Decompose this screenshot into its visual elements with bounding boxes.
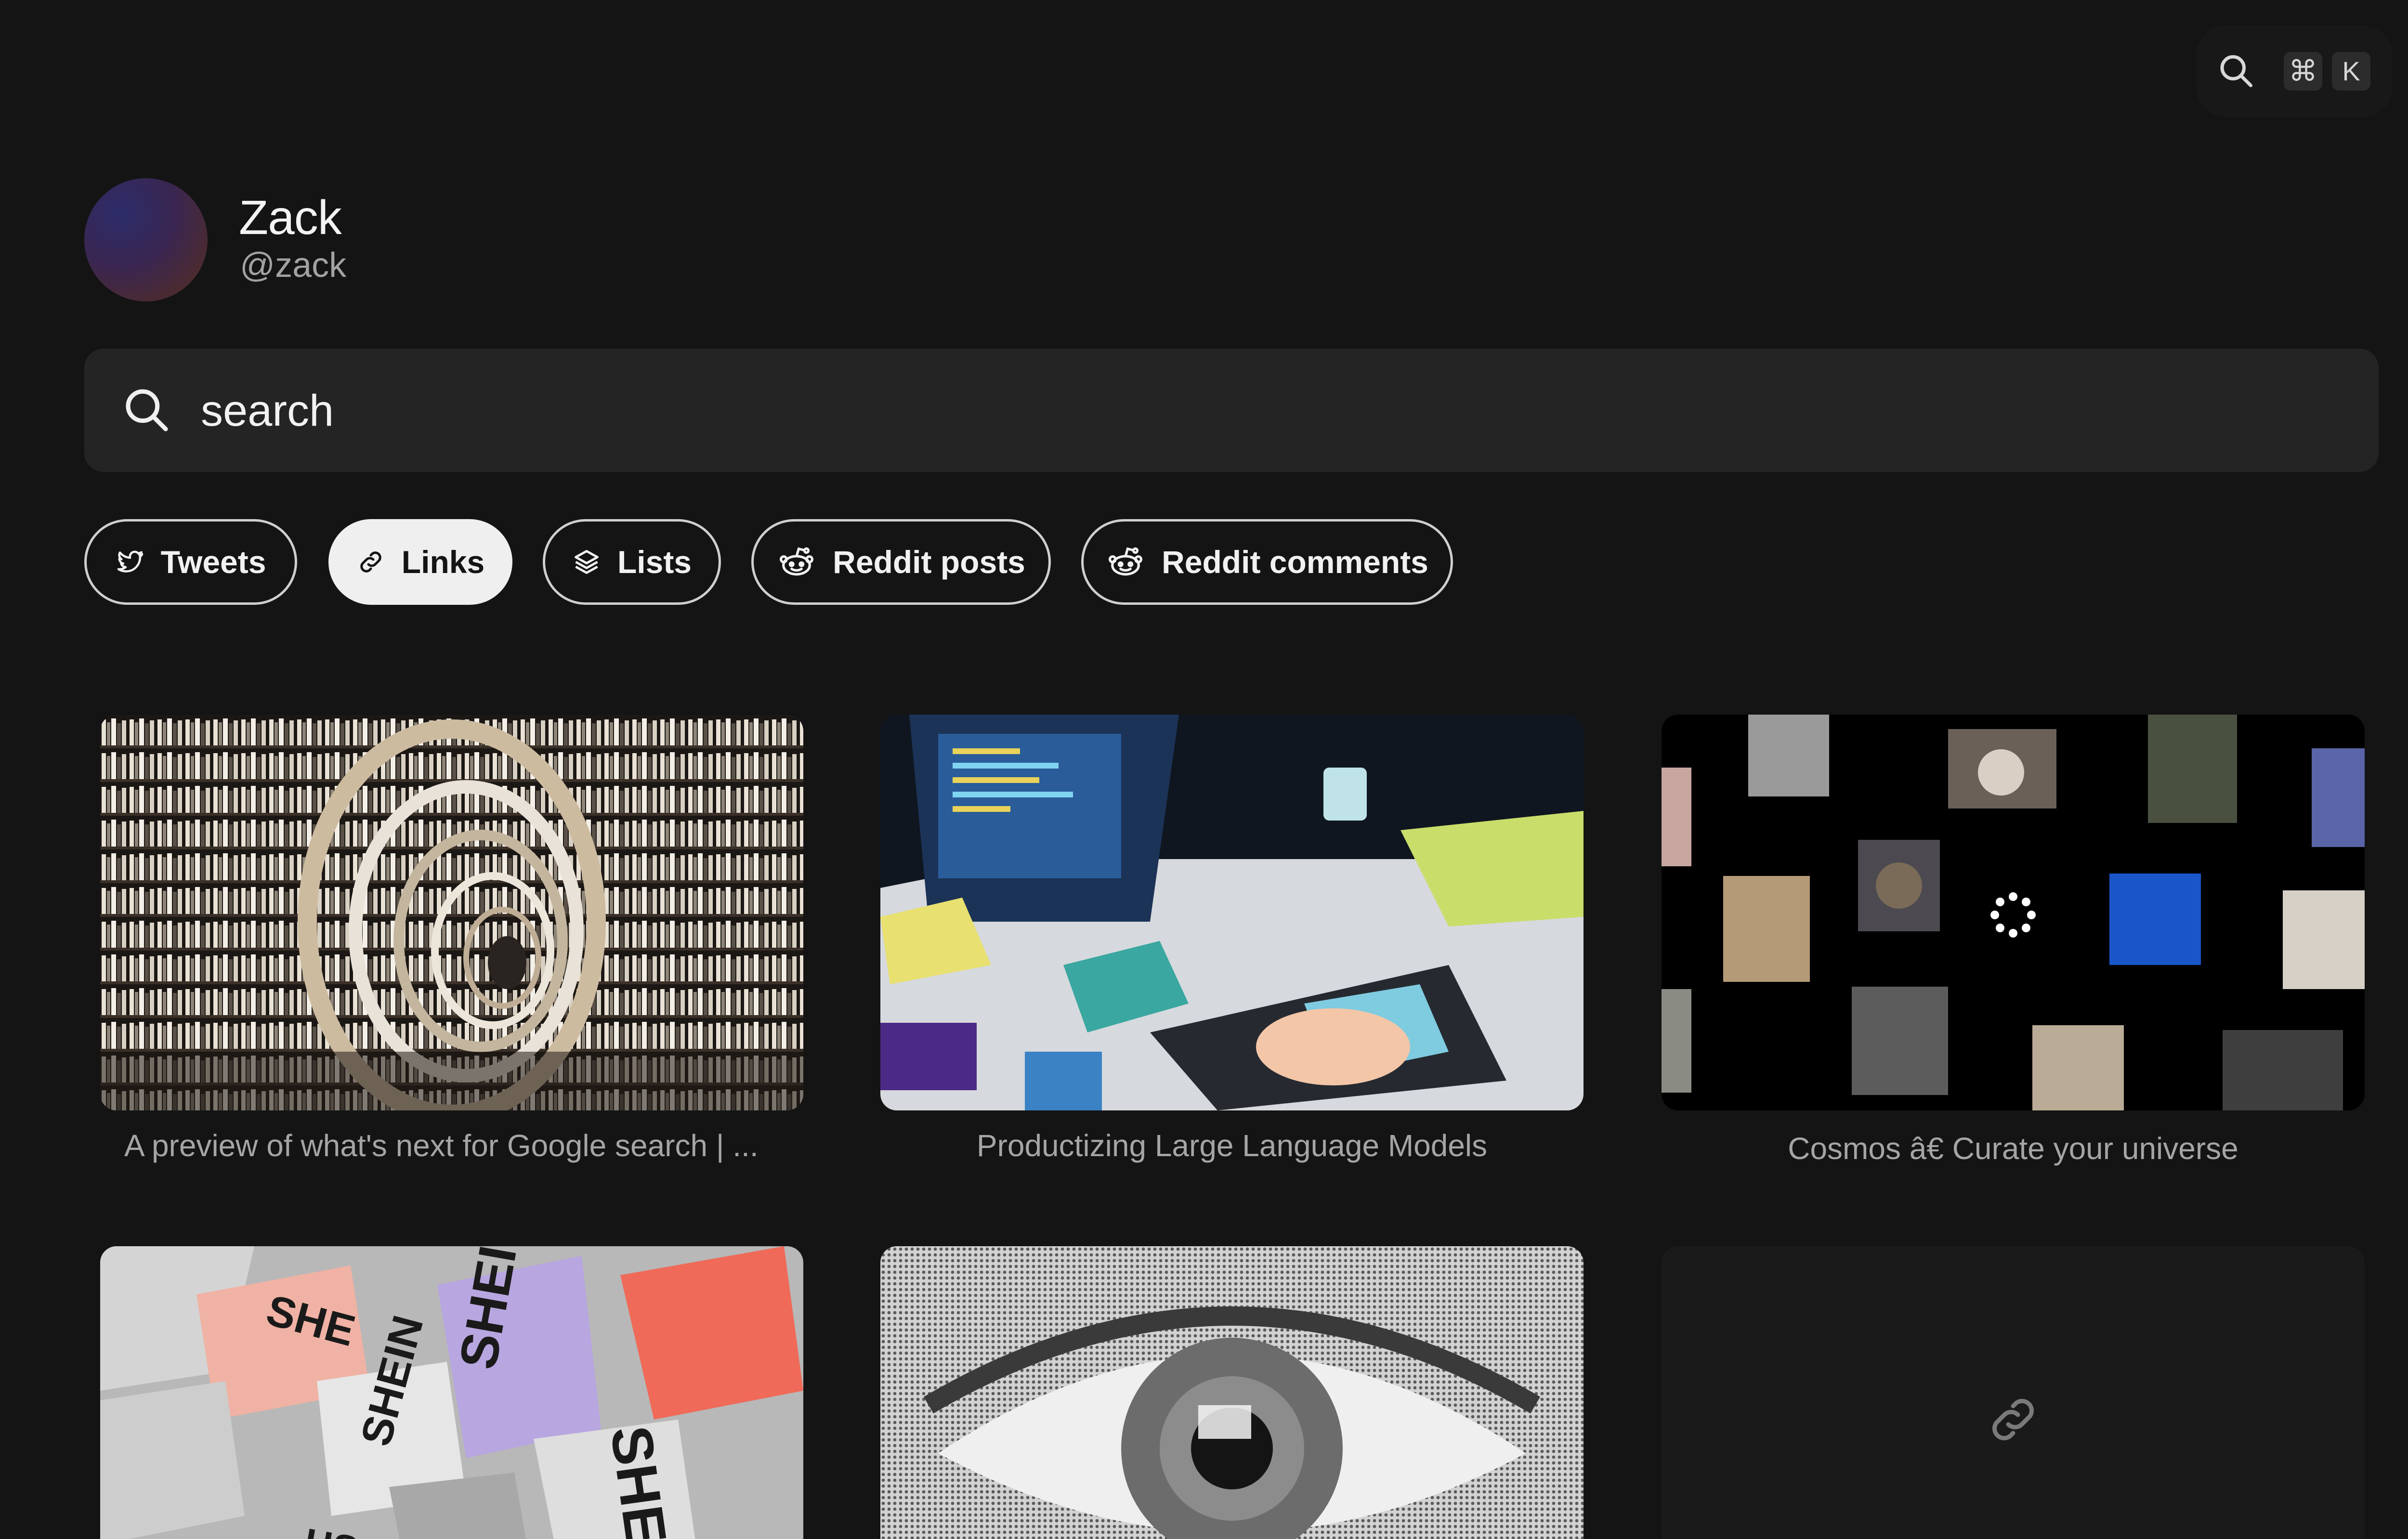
desk-keyboard-illustration	[880, 715, 1584, 1110]
link-card-title: A preview of what's next for Google sear…	[124, 1128, 759, 1163]
app-window: ⌘ K Zack @zack Tweets Links Lists	[0, 0, 2408, 1539]
command-key: ⌘	[2284, 52, 2322, 91]
command-palette-button[interactable]: ⌘ K	[2196, 25, 2393, 117]
filter-chip-reddit-comments[interactable]: Reddit comments	[1081, 519, 1453, 605]
layers-icon	[575, 550, 599, 574]
filter-chip-label: Lists	[617, 544, 692, 580]
search-icon	[126, 389, 168, 431]
filter-chip-label: Reddit posts	[833, 544, 1025, 580]
cosmos-collage-image	[1662, 715, 2365, 1110]
profile-handle: @zack	[240, 246, 347, 285]
shein-packages-image: SHEIN SHEIN SHE SHEIN HS	[100, 1246, 803, 1539]
halftone-eye-image	[880, 1246, 1584, 1539]
reddit-icon	[780, 547, 814, 576]
filter-chip-tweets[interactable]: Tweets	[84, 519, 297, 605]
library-tunnel-image	[100, 715, 803, 1110]
filter-chip-label: Links	[401, 544, 485, 580]
link-card-placeholder[interactable]	[1662, 1246, 2365, 1539]
twitter-bird-icon	[117, 550, 143, 573]
link-card-title: Cosmos â€ Curate your universe	[1788, 1131, 2238, 1166]
filter-chip-reddit-posts[interactable]: Reddit posts	[751, 519, 1051, 605]
profile-display-name: Zack	[239, 191, 342, 245]
filter-chip-lists[interactable]: Lists	[543, 519, 721, 605]
filter-chip-links[interactable]: Links	[328, 519, 512, 605]
search-bar[interactable]	[84, 349, 2379, 472]
search-input[interactable]	[200, 372, 2321, 450]
reddit-icon	[1109, 547, 1143, 576]
search-icon	[2220, 55, 2252, 87]
link-card-title: Productizing Large Language Models	[976, 1128, 1488, 1163]
filter-chip-label: Reddit comments	[1162, 544, 1428, 580]
k-key: K	[2332, 52, 2370, 91]
link-placeholder-icon	[1992, 1399, 2034, 1440]
filter-chip-label: Tweets	[160, 544, 266, 580]
avatar[interactable]	[84, 178, 208, 301]
link-icon	[360, 551, 381, 573]
